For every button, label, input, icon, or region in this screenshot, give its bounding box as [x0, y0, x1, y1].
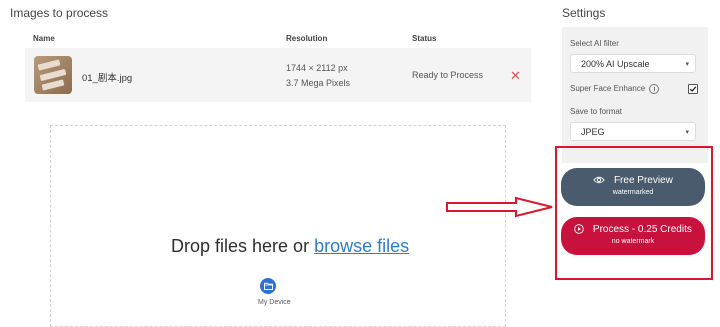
file-name: 01_剧本.jpg: [82, 73, 133, 84]
format-select[interactable]: JPEG ▾: [570, 122, 696, 141]
highlight-frame: [555, 146, 713, 280]
resolution-dimensions: 1744 × 2112 px: [286, 63, 348, 73]
format-label: Save to format: [570, 107, 623, 116]
process-subtitle: no watermark: [611, 238, 655, 245]
chevron-down-icon: ▾: [685, 128, 689, 136]
file-dropzone[interactable]: Drop files here or browse files My Devic…: [50, 125, 506, 327]
eye-icon: [593, 177, 605, 184]
face-enhance-label: Super Face Enhance: [570, 84, 660, 94]
ai-filter-label: Select AI filter: [570, 39, 619, 48]
column-header-status: Status: [412, 34, 437, 43]
free-preview-subtitle: watermarked: [612, 189, 654, 196]
process-label: Process - 0.25 Credits: [592, 224, 692, 235]
table-row: 01_剧本.jpg 1744 × 2112 px 3.7 Mega Pixels…: [25, 48, 531, 102]
free-preview-label: Free Preview: [613, 175, 673, 186]
ai-filter-value: 200% AI Upscale: [581, 59, 650, 69]
remove-image-icon[interactable]: ✕: [510, 68, 521, 84]
checkmark-icon: [689, 86, 697, 92]
free-preview-title: Free Preview: [561, 175, 705, 186]
dropzone-prompt-text: Drop files here or: [171, 236, 310, 256]
settings-title: Settings: [562, 6, 606, 20]
column-header-name: Name: [33, 34, 55, 43]
face-enhance-checkbox[interactable]: [688, 84, 698, 94]
images-section-title: Images to process: [10, 6, 109, 20]
my-device-label[interactable]: My Device: [258, 299, 291, 306]
column-header-resolution: Resolution: [286, 34, 328, 43]
status-text: Ready to Process: [412, 70, 484, 80]
resolution-megapixels: 3.7 Mega Pixels: [286, 78, 351, 88]
format-value: JPEG: [581, 127, 605, 137]
folder-icon[interactable]: [260, 278, 276, 294]
settings-panel: Select AI filter 200% AI Upscale ▾ Super…: [562, 27, 708, 163]
image-thumbnail: [34, 56, 72, 94]
process-button[interactable]: Process - 0.25 Credits no watermark: [561, 217, 705, 255]
ai-filter-select[interactable]: 200% AI Upscale ▾: [570, 54, 696, 73]
browse-files-link[interactable]: browse files: [314, 236, 409, 256]
chevron-down-icon: ▾: [685, 60, 689, 68]
info-icon[interactable]: [649, 84, 660, 94]
face-enhance-text: Super Face Enhance: [570, 84, 646, 94]
arrow-annotation-icon: [446, 196, 553, 218]
play-circle-icon: [574, 224, 584, 235]
process-title: Process - 0.25 Credits: [561, 224, 705, 235]
free-preview-button[interactable]: Free Preview watermarked: [561, 168, 705, 206]
dropzone-prompt: Drop files here or browse files: [171, 236, 409, 257]
